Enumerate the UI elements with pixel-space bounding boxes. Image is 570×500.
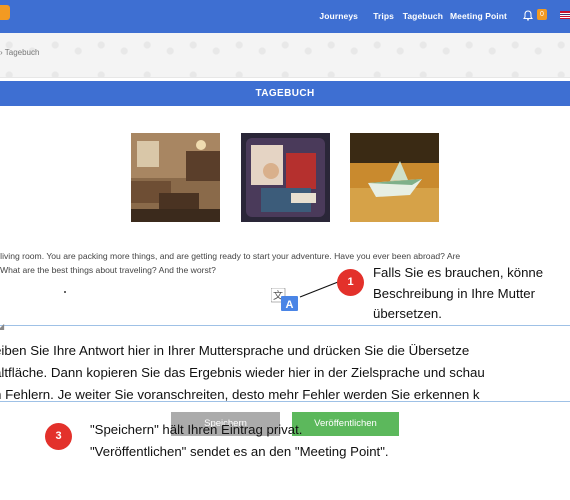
title-bar: TAGEBUCH: [0, 81, 570, 106]
answer-line: n Fehlern. Je weiter Sie voranschreiten,…: [0, 387, 480, 402]
page-title: TAGEBUCH: [255, 88, 315, 99]
callout-line: "Speichern" hält Ihren Eintrag privat.: [90, 422, 303, 437]
callout-number-3: 3: [45, 423, 72, 450]
callout-line: übersetzen.: [373, 306, 442, 321]
callout-number-1: 1: [337, 269, 364, 296]
notification-badge[interactable]: 0: [537, 9, 547, 20]
nav-meeting-point[interactable]: Meeting Point: [450, 11, 507, 21]
callout-pointer-line: [299, 281, 339, 298]
living-room-photo: [131, 133, 220, 222]
callout-line: Falls Sie es brauchen, könne: [373, 265, 544, 280]
description-line: e living room. You are packing more thin…: [0, 251, 461, 261]
suitcase-photo: [241, 133, 330, 222]
answer-line: altfläche. Dann kopieren Sie das Ergebni…: [0, 365, 485, 380]
answer-textarea[interactable]: ◢ eiben Sie Ihre Antwort hier in Ihrer M…: [0, 322, 570, 402]
callout-line: Beschreibung in Ihre Mutter: [373, 285, 535, 301]
nav-journeys[interactable]: Journeys: [319, 11, 358, 21]
logo-icon[interactable]: [0, 5, 10, 20]
translate-icon[interactable]: 文 A: [271, 288, 299, 312]
breadcrumb: › Tagebuch: [0, 48, 40, 57]
nav-trips[interactable]: Trips: [373, 11, 394, 21]
callout-1-text: Falls Sie es brauchen, könne Beschreibun…: [373, 263, 570, 325]
breadcrumb-band: › Tagebuch: [0, 33, 570, 78]
dot-marker: [64, 291, 66, 293]
bell-icon[interactable]: [523, 10, 533, 21]
svg-text:A: A: [286, 299, 294, 311]
callout-line: "Veröffentlichen" sendet es an den "Meet…: [90, 444, 389, 459]
nav-tagebuch[interactable]: Tagebuch: [403, 11, 443, 21]
resize-handle-icon[interactable]: ◢: [0, 322, 4, 331]
answer-line: eiben Sie Ihre Antwort hier in Ihrer Mut…: [0, 343, 470, 358]
paper-boat-map-photo: [350, 133, 439, 222]
language-flag-icon[interactable]: [560, 11, 570, 19]
top-navbar: Journeys Trips Tagebuch Meeting Point 0: [0, 0, 570, 33]
answer-text: eiben Sie Ihre Antwort hier in Ihrer Mut…: [0, 340, 570, 406]
callout-3-text: "Speichern" hält Ihren Eintrag privat. "…: [90, 419, 389, 463]
